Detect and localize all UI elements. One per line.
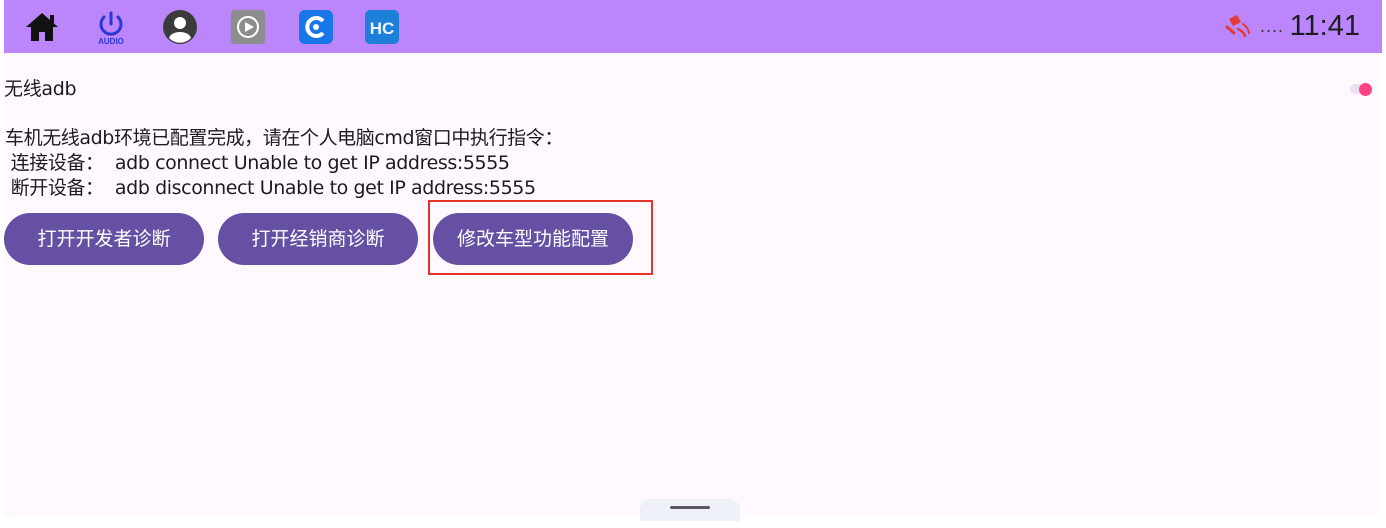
account-icon[interactable] [162, 9, 198, 45]
status-dots: .... [1259, 16, 1284, 36]
highlight-box [428, 200, 653, 275]
play-app-icon[interactable] [230, 9, 266, 45]
wireless-adb-title: 无线adb [4, 78, 77, 100]
svg-text:AUDIO: AUDIO [98, 37, 124, 46]
svg-text:HC: HC [370, 19, 395, 38]
open-dealer-diagnostics-button[interactable]: 打开经销商诊断 [218, 213, 418, 265]
blue-c-app-icon[interactable] [298, 9, 334, 45]
home-icon[interactable] [24, 11, 60, 43]
signal-off-icon [1225, 15, 1250, 38]
open-developer-diagnostics-button[interactable]: 打开开发者诊断 [4, 213, 204, 265]
adb-instructions: 车机无线adb环境已配置完成，请在个人电脑cmd窗口中执行指令： 连接设备： a… [5, 127, 563, 199]
toggle-thumb[interactable] [1359, 83, 1372, 96]
clock: 11:41 [1289, 10, 1360, 42]
hc-app-icon[interactable]: HC [364, 9, 400, 45]
settings-panel [4, 53, 1380, 516]
nav-handle-tab[interactable] [640, 499, 740, 521]
right-edge [1380, 53, 1386, 528]
nav-handle-bar[interactable] [670, 506, 710, 509]
audio-power-icon[interactable]: AUDIO [93, 8, 129, 46]
status-bar: AUDIO HC .... 11:41 [4, 0, 1382, 53]
